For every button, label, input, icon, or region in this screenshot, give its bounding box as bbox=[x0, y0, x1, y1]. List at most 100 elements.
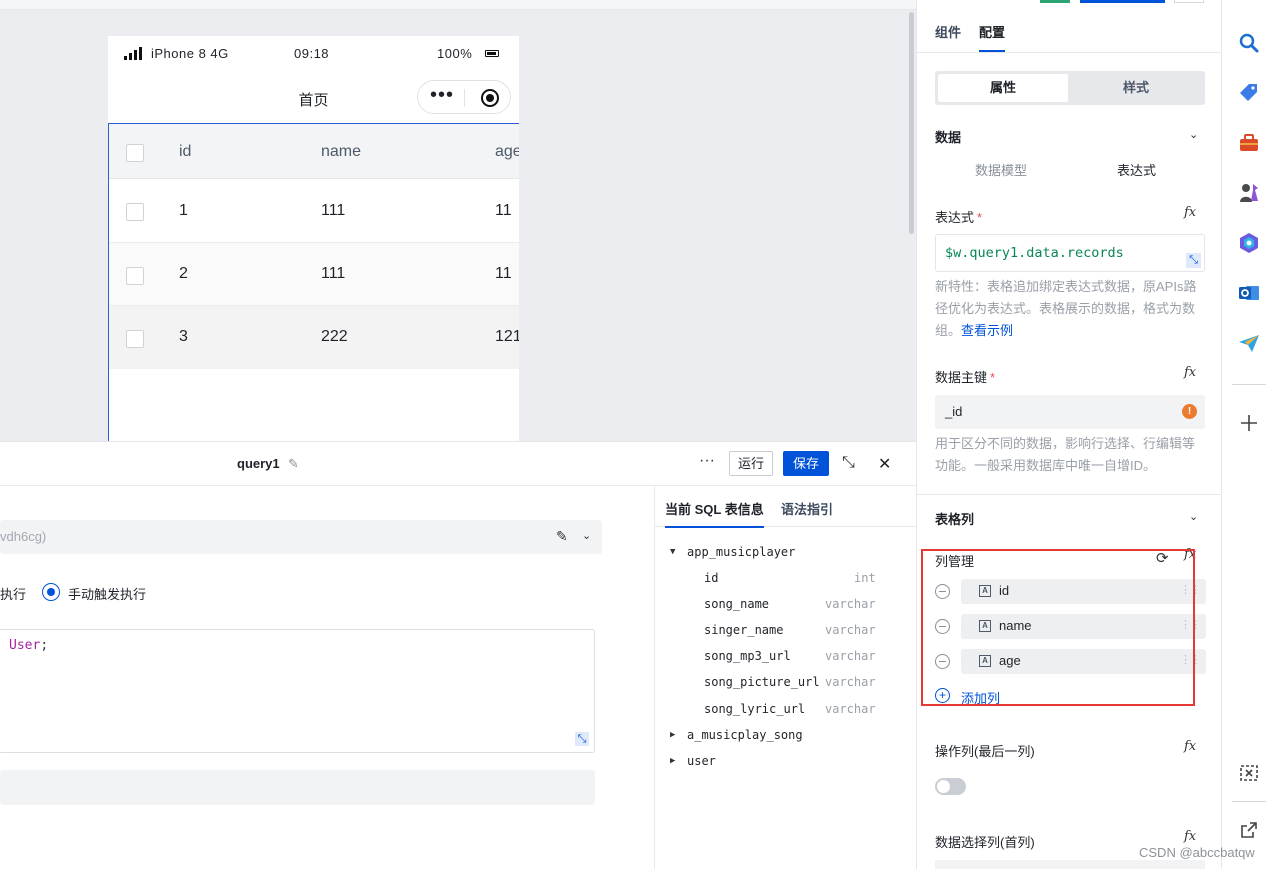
fx-icon[interactable]: fx bbox=[1184, 739, 1196, 754]
browser-sidebar bbox=[1221, 0, 1276, 869]
editor-expand-icon[interactable]: ⤡ bbox=[575, 732, 589, 746]
tab-syntax-guide[interactable]: 语法指引 bbox=[781, 499, 833, 518]
field-type: varchar bbox=[825, 702, 876, 716]
select-column-input[interactable] bbox=[935, 860, 1205, 869]
design-canvas[interactable]: iPhone 8 4G 09:18 100% 首页 ••• id name ag… bbox=[0, 0, 916, 441]
expand-icon[interactable]: ⤡ bbox=[842, 454, 855, 472]
datasource-select[interactable]: vdh6cg) ✎ ⌄ bbox=[0, 520, 602, 554]
cell-age: 11 bbox=[495, 265, 512, 282]
row-checkbox[interactable] bbox=[126, 267, 144, 285]
canvas-scrollbar[interactable] bbox=[909, 12, 914, 234]
op-column-label: 操作列(最后一列) bbox=[935, 744, 1035, 759]
query-editor-panel: query1 ✎ ··· 运行 保存 ⤡ ✕ vdh6cg) ✎ ⌄ 执行 手动… bbox=[0, 441, 917, 869]
row-checkbox[interactable] bbox=[126, 203, 144, 221]
cell-age: 11 bbox=[495, 202, 512, 219]
field-type: varchar bbox=[825, 675, 876, 689]
sql-code-editor[interactable]: User; ⤡ bbox=[0, 629, 595, 753]
field-type: varchar bbox=[825, 649, 876, 663]
watermark-text: CSDN @abccbatqw bbox=[1139, 845, 1255, 860]
fx-icon[interactable]: fx bbox=[1184, 205, 1196, 220]
table-row[interactable]: 2 111 11 bbox=[109, 243, 519, 306]
row-checkbox[interactable] bbox=[126, 330, 144, 348]
run-button[interactable]: 运行 bbox=[729, 451, 773, 476]
primary-key-help: 用于区分不同的数据，影响行选择、行编辑等功能。一般采用数据库中唯一自增ID。 bbox=[935, 436, 1196, 473]
phone-status-bar: iPhone 8 4G 09:18 100% bbox=[108, 36, 519, 70]
field-name: singer_name bbox=[704, 623, 784, 637]
select-column-label: 数据选择列(首列) bbox=[935, 835, 1035, 850]
fx-icon[interactable]: fx bbox=[1184, 829, 1196, 844]
chess-icon[interactable] bbox=[1237, 181, 1261, 205]
header-cell-name: name bbox=[321, 143, 362, 160]
tab-sql-table-info[interactable]: 当前 SQL 表信息 bbox=[665, 499, 764, 528]
chevron-down-icon[interactable]: ⌄ bbox=[582, 529, 591, 542]
expression-help: 新特性：表格追加绑定表达式数据，原APIs路径优化为表达式。表格展示的数据，格式… bbox=[935, 276, 1205, 342]
clock-label: 09:18 bbox=[294, 46, 330, 61]
rail-divider bbox=[1232, 801, 1266, 802]
primary-key-label: 数据主键 * bbox=[935, 367, 995, 386]
manual-trigger-label[interactable]: 手动触发执行 bbox=[68, 584, 146, 603]
close-icon[interactable]: ✕ bbox=[878, 454, 891, 474]
caret-down-icon[interactable]: ▼ bbox=[670, 547, 675, 557]
trigger-auto-label[interactable]: 执行 bbox=[0, 584, 26, 603]
miniprogram-capsule[interactable]: ••• bbox=[417, 80, 511, 114]
expand-editor-icon[interactable]: ⤡ bbox=[1186, 253, 1201, 268]
cell-age: 121 bbox=[495, 328, 519, 345]
save-button[interactable]: 保存 bbox=[783, 451, 829, 476]
view-example-link[interactable]: 查看示例 bbox=[961, 323, 1013, 338]
cell-id: 2 bbox=[179, 265, 188, 282]
send-icon[interactable] bbox=[1237, 331, 1261, 355]
section-columns-title[interactable]: 表格列 bbox=[935, 509, 974, 528]
src-expression[interactable]: 表达式 bbox=[1117, 160, 1156, 179]
highlight-box bbox=[921, 549, 1195, 706]
table-name[interactable]: app_musicplayer bbox=[687, 545, 795, 559]
table-component[interactable]: id name age 1 111 11 2 111 11 3 222 121 bbox=[108, 123, 519, 441]
more-dots-icon[interactable]: ••• bbox=[430, 85, 454, 105]
tab-config[interactable]: 配置 bbox=[979, 22, 1006, 52]
primary-key-label-text: 数据主键 bbox=[935, 370, 988, 385]
screenshot-icon[interactable] bbox=[1237, 761, 1261, 785]
capsule-divider bbox=[464, 89, 465, 107]
close-target-icon[interactable] bbox=[481, 89, 499, 107]
segment-props[interactable]: 属性 bbox=[938, 74, 1068, 102]
tag-icon[interactable] bbox=[1237, 81, 1261, 105]
chevron-down-icon[interactable]: ⌄ bbox=[1189, 128, 1198, 141]
table-name[interactable]: a_musicplay_song bbox=[687, 728, 803, 742]
manual-trigger-radio[interactable] bbox=[42, 583, 60, 601]
more-options-icon[interactable]: ··· bbox=[699, 452, 715, 470]
toolbar-blue-fragment bbox=[1080, 0, 1165, 3]
chevron-down-icon[interactable]: ⌄ bbox=[1189, 510, 1198, 523]
sql-semicolon: ; bbox=[40, 638, 49, 653]
external-link-icon[interactable] bbox=[1237, 818, 1261, 842]
table-row[interactable]: 1 111 11 bbox=[109, 179, 519, 243]
op-column-toggle[interactable] bbox=[935, 778, 966, 795]
select-all-checkbox[interactable] bbox=[126, 144, 144, 162]
add-icon[interactable] bbox=[1237, 411, 1261, 435]
primary-key-value: _id bbox=[945, 404, 963, 419]
fx-icon[interactable]: fx bbox=[1184, 365, 1196, 380]
primary-key-input[interactable]: _id ! bbox=[935, 395, 1205, 429]
field-type: varchar bbox=[825, 623, 876, 637]
cell-id: 3 bbox=[179, 328, 188, 345]
rename-pencil-icon[interactable]: ✎ bbox=[288, 456, 299, 472]
table-row[interactable]: 3 222 121 bbox=[109, 306, 519, 369]
header-cell-age: age bbox=[495, 143, 519, 160]
toolbox-icon[interactable] bbox=[1237, 131, 1261, 155]
search-icon[interactable] bbox=[1237, 31, 1261, 55]
outlook-icon[interactable] bbox=[1237, 281, 1261, 305]
phone-preview: iPhone 8 4G 09:18 100% 首页 ••• id name ag… bbox=[108, 36, 519, 441]
src-data-model[interactable]: 数据模型 bbox=[975, 160, 1027, 179]
caret-right-icon[interactable]: ▶ bbox=[670, 756, 675, 766]
caret-right-icon[interactable]: ▶ bbox=[670, 730, 675, 740]
query-panel-header: query1 ✎ ··· 运行 保存 ⤡ ✕ bbox=[0, 442, 916, 486]
segment-style[interactable]: 样式 bbox=[1070, 74, 1202, 102]
rail-divider bbox=[1232, 384, 1266, 385]
copilot-icon[interactable] bbox=[1237, 231, 1261, 255]
expression-label-text: 表达式 bbox=[935, 210, 975, 225]
toolbar-white-fragment bbox=[1174, 0, 1204, 3]
table-name[interactable]: user bbox=[687, 754, 716, 768]
section-data-title[interactable]: 数据 bbox=[935, 127, 961, 146]
expression-input[interactable]: $w.query1.data.records ⤡ bbox=[935, 234, 1205, 272]
edit-pencil-icon[interactable]: ✎ bbox=[556, 528, 568, 545]
table-header-row: id name age bbox=[109, 124, 519, 179]
tab-components[interactable]: 组件 bbox=[935, 22, 961, 41]
